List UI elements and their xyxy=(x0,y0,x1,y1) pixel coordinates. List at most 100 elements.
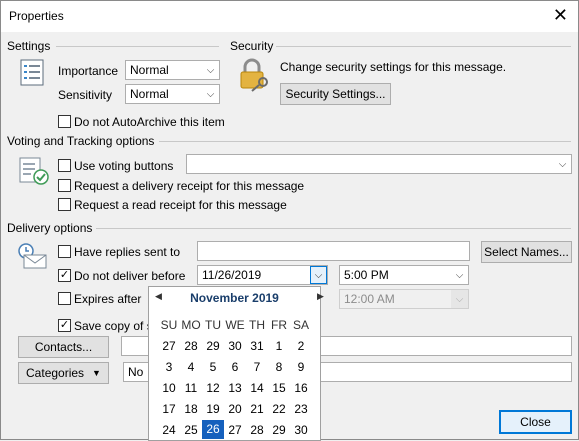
calendar-day[interactable]: 24 xyxy=(158,423,180,437)
expires-time-select[interactable]: 12:00 AM ⌵ xyxy=(339,289,469,309)
autoarchive-label: Do not AutoArchive this item xyxy=(74,115,225,129)
importance-select[interactable]: Normal ⌵ xyxy=(125,60,220,80)
select-names-label: Select Names... xyxy=(484,245,569,259)
properties-list-icon xyxy=(20,59,44,86)
calendar-day[interactable]: 28 xyxy=(180,339,202,353)
calendar-day[interactable]: 27 xyxy=(224,423,246,437)
autoarchive-checkbox[interactable] xyxy=(58,115,71,128)
importance-label: Importance xyxy=(58,64,119,78)
calendar-month-label[interactable]: November 2019 xyxy=(149,291,320,305)
calendar-day[interactable]: 22 xyxy=(268,402,290,416)
voting-section-title: Voting and Tracking options xyxy=(7,134,155,148)
calendar-day[interactable]: 23 xyxy=(290,402,312,416)
calendar-day[interactable]: 4 xyxy=(180,360,202,374)
calendar-day[interactable]: 15 xyxy=(268,381,290,395)
calendar-grid: SU MO TU WE TH FR SA 27 28 29 30 31 1 2 3 4 5 6 7 8 9 10 11 12 1… xyxy=(158,314,312,440)
contacts-button[interactable]: Contacts... xyxy=(18,336,109,358)
calendar-day[interactable]: 30 xyxy=(224,339,246,353)
calendar-day[interactable]: 7 xyxy=(246,360,268,374)
calendar-weekday-row: SU MO TU WE TH FR SA xyxy=(158,314,312,335)
security-settings-button[interactable]: Security Settings... xyxy=(280,83,391,105)
calendar-day[interactable]: 31 xyxy=(246,339,268,353)
calendar-day[interactable]: 20 xyxy=(224,402,246,416)
calendar-weekday: WE xyxy=(225,317,245,332)
caret-down-icon: ▼ xyxy=(92,368,101,378)
close-icon[interactable]: ✕ xyxy=(553,5,568,25)
calendar-day[interactable]: 1 xyxy=(268,339,290,353)
calendar-day[interactable]: 6 xyxy=(224,360,246,374)
calendar-day[interactable]: 25 xyxy=(180,423,202,437)
read-receipt-checkbox[interactable] xyxy=(58,198,71,211)
voting-buttons-select[interactable]: ⌵ xyxy=(186,154,572,174)
calendar-day[interactable]: 3 xyxy=(158,360,180,374)
select-names-button[interactable]: Select Names... xyxy=(481,241,572,263)
have-replies-checkbox[interactable] xyxy=(58,245,71,258)
calendar-day[interactable]: 12 xyxy=(202,381,224,395)
importance-value: Normal xyxy=(130,63,169,77)
security-settings-label: Security Settings... xyxy=(285,87,386,101)
chevron-down-icon[interactable]: ⌵ xyxy=(310,266,327,284)
close-button[interactable]: Close xyxy=(499,410,572,434)
calendar-day[interactable]: 16 xyxy=(290,381,312,395)
calendar-weekday: MO xyxy=(181,317,201,332)
calendar-weekday: SA xyxy=(292,317,309,332)
lock-key-icon xyxy=(240,58,268,92)
categories-value: No xyxy=(128,365,144,379)
settings-section-title: Settings xyxy=(7,39,51,53)
have-replies-label: Have replies sent to xyxy=(74,245,181,259)
calendar-day[interactable]: 14 xyxy=(246,381,268,395)
deliver-date-picker[interactable]: 11/26/2019 ⌵ xyxy=(197,265,328,285)
voting-divider xyxy=(159,141,571,142)
calendar-day[interactable]: 8 xyxy=(268,360,290,374)
calendar-day[interactable]: 21 xyxy=(246,402,268,416)
title-bar: Properties ✕ xyxy=(1,1,578,32)
categories-button[interactable]: Categories ▼ xyxy=(18,362,109,384)
calendar-day[interactable]: 29 xyxy=(268,423,290,437)
calendar-day[interactable]: 9 xyxy=(290,360,312,374)
calendar-day[interactable]: 29 xyxy=(202,339,224,353)
chevron-down-icon: ⌵ xyxy=(558,158,567,170)
save-copy-label: Save copy of se xyxy=(74,319,160,333)
calendar-day[interactable]: 2 xyxy=(290,339,312,353)
do-not-deliver-checkbox[interactable]: ✓ xyxy=(58,269,71,282)
delivery-divider xyxy=(96,228,571,229)
calendar-day[interactable]: 11 xyxy=(180,381,202,395)
calendar-day[interactable]: 5 xyxy=(202,360,224,374)
delivery-section-title: Delivery options xyxy=(7,221,93,235)
calendar-day[interactable]: 27 xyxy=(158,339,180,353)
calendar-week-row: 24 25 26 27 28 29 30 xyxy=(158,419,312,440)
delivery-receipt-label: Request a delivery receipt for this mess… xyxy=(74,179,305,193)
expires-after-label: Expires after xyxy=(74,292,142,306)
delivery-receipt-checkbox[interactable] xyxy=(58,179,71,192)
calendar-day[interactable]: 30 xyxy=(290,423,312,437)
calendar-week-row: 17 18 19 20 21 22 23 xyxy=(158,398,312,419)
save-copy-checkbox[interactable]: ✓ xyxy=(58,319,71,332)
chevron-down-icon: ⌵ xyxy=(451,290,468,308)
next-month-icon[interactable]: ▶ xyxy=(317,291,324,302)
contacts-label: Contacts... xyxy=(34,340,93,354)
close-label: Close xyxy=(520,415,551,429)
calendar-weekday: TH xyxy=(249,317,265,332)
use-voting-checkbox[interactable] xyxy=(58,159,71,172)
settings-divider xyxy=(56,46,219,47)
calendar-weekday: FR xyxy=(271,317,287,332)
calendar-day[interactable]: 17 xyxy=(158,402,180,416)
properties-dialog: Properties ✕ Settings Importance Normal … xyxy=(0,0,579,441)
deliver-date-value: 11/26/2019 xyxy=(202,268,262,282)
security-text: Change security settings for this messag… xyxy=(280,60,507,74)
calendar-day[interactable]: 13 xyxy=(224,381,246,395)
calendar-day[interactable]: 18 xyxy=(180,402,202,416)
calendar-day[interactable]: 28 xyxy=(246,423,268,437)
calendar-weekday: SU xyxy=(160,317,178,332)
replies-to-input[interactable] xyxy=(197,241,470,261)
chevron-down-icon: ⌵ xyxy=(455,269,464,281)
sensitivity-label: Sensitivity xyxy=(58,88,113,102)
expires-after-checkbox[interactable] xyxy=(58,292,71,305)
dialog-title: Properties xyxy=(9,9,64,23)
calendar-day[interactable]: 10 xyxy=(158,381,180,395)
sensitivity-select[interactable]: Normal ⌵ xyxy=(125,84,220,104)
calendar-day[interactable]: 19 xyxy=(202,402,224,416)
calendar-day[interactable]: 26 xyxy=(202,420,224,439)
deliver-time-select[interactable]: 5:00 PM ⌵ xyxy=(339,265,469,285)
security-section-title: Security xyxy=(230,39,274,53)
